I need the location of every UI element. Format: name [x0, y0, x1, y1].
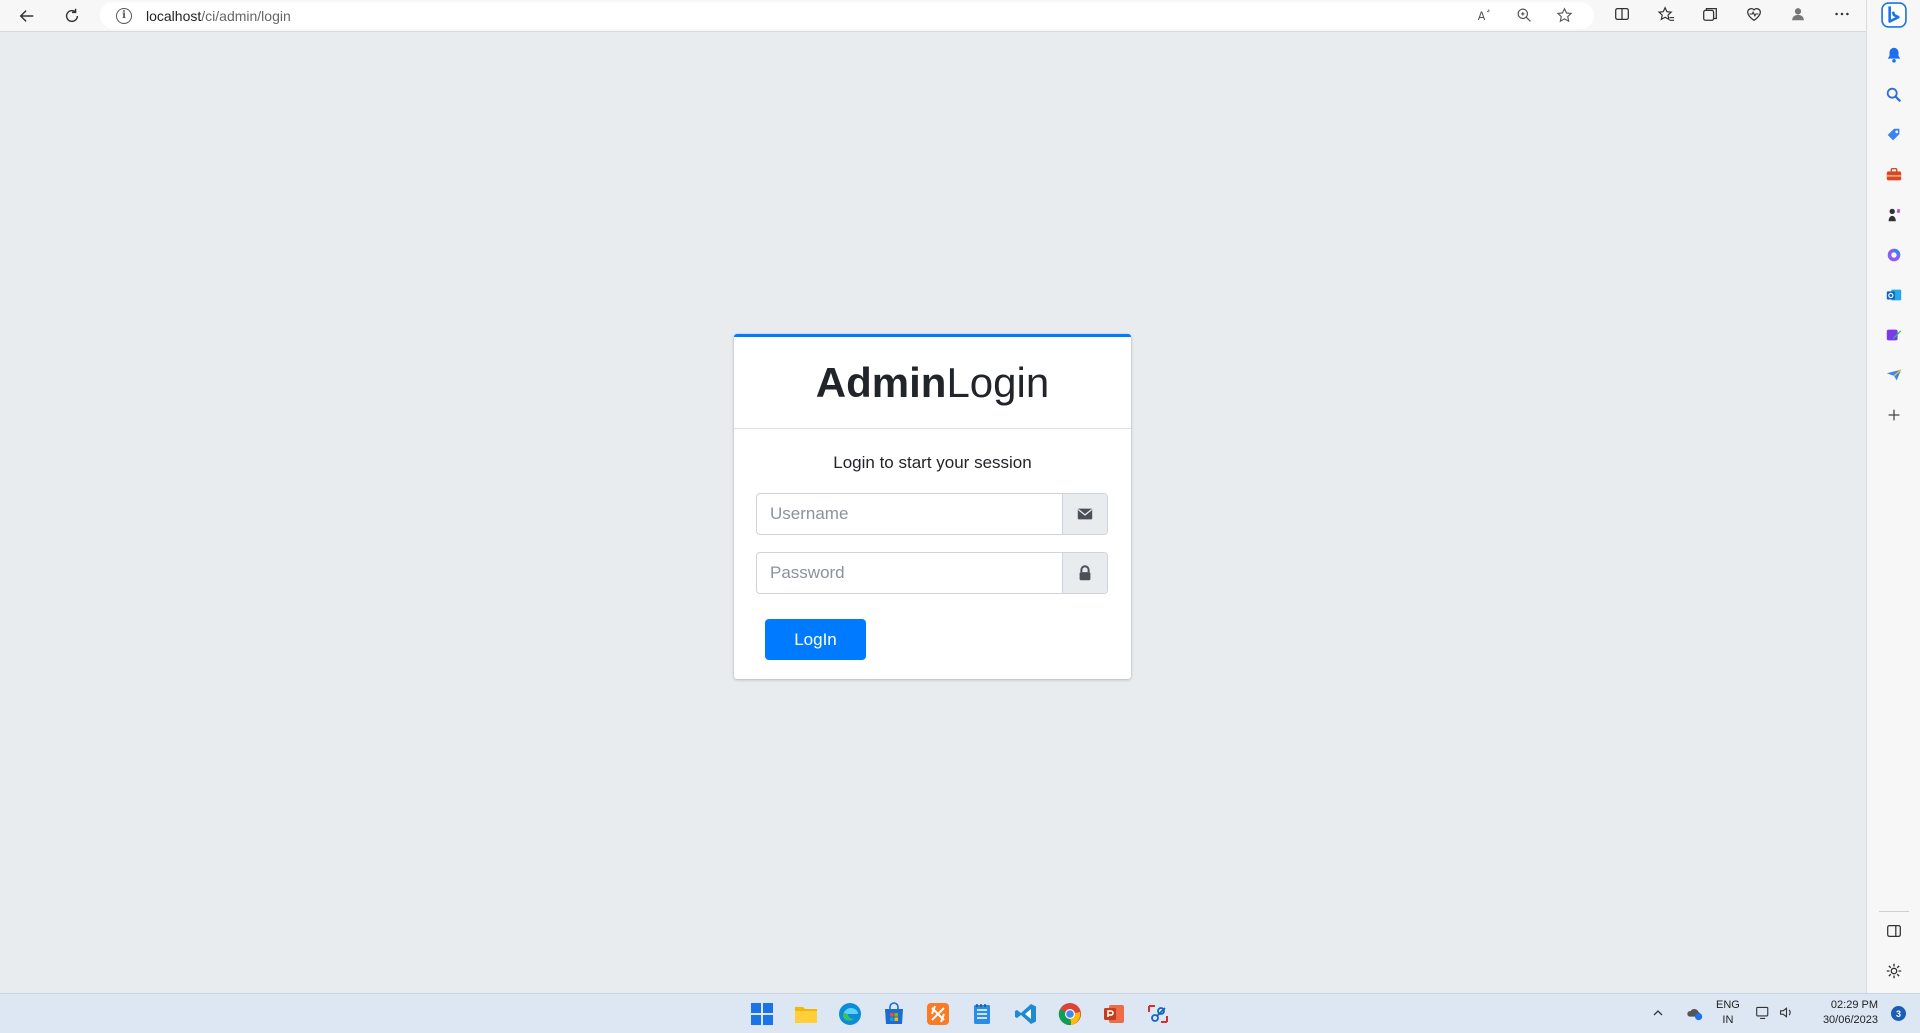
windows-taskbar: ENG IN 02:29 PM 30/06/2023 3 — [0, 993, 1920, 1033]
refresh-button[interactable] — [56, 2, 88, 30]
office-button[interactable] — [1867, 240, 1920, 270]
address-bar[interactable]: i localhost/ci/admin/login A — [100, 2, 1594, 29]
zoom-icon[interactable] — [1508, 4, 1540, 28]
drop-button[interactable] — [1867, 320, 1920, 350]
outlook-button[interactable] — [1867, 280, 1920, 310]
chevron-up-icon[interactable] — [1650, 1007, 1666, 1022]
powerpoint-icon[interactable] — [1102, 1002, 1126, 1026]
settings-button[interactable] — [1867, 956, 1920, 986]
envelope-icon — [1077, 508, 1093, 520]
notifications-button[interactable] — [1867, 40, 1920, 70]
lock-icon — [1079, 565, 1091, 581]
collections-icon — [1703, 7, 1717, 21]
password-input[interactable] — [757, 553, 1062, 593]
password-input-group — [756, 552, 1108, 594]
favorites-button[interactable] — [1644, 0, 1688, 28]
edge-icon[interactable] — [838, 1002, 862, 1026]
shopping-button[interactable] — [1867, 120, 1920, 150]
page-title[interactable]: AdminLogin — [816, 359, 1049, 407]
sidebar-toggle-icon — [1887, 924, 1901, 938]
profile-icon — [1792, 8, 1804, 21]
send-button[interactable] — [1867, 360, 1920, 390]
system-tray — [1650, 994, 1704, 1033]
browser-essentials-icon — [1747, 8, 1761, 22]
windows-start-icon[interactable] — [750, 1002, 774, 1026]
login-subtitle: Login to start your session — [833, 453, 1032, 472]
more-icon — [1835, 12, 1849, 16]
system-clock[interactable]: 02:29 PM 30/06/2023 — [1823, 998, 1878, 1028]
sidebar-divider — [1879, 911, 1909, 912]
browser-essentials-button[interactable] — [1732, 0, 1776, 28]
add-button[interactable] — [1867, 400, 1920, 430]
edge-sidebar — [1866, 0, 1920, 993]
games-button[interactable] — [1867, 200, 1920, 230]
tools-button[interactable] — [1867, 160, 1920, 190]
bell-icon — [1887, 47, 1901, 63]
more-button[interactable] — [1820, 0, 1864, 28]
volume-icon — [1778, 1004, 1795, 1024]
username-input-group — [756, 493, 1108, 535]
office-icon — [1887, 248, 1901, 262]
profile-button[interactable] — [1776, 0, 1820, 28]
favorite-star-icon[interactable] — [1548, 4, 1580, 28]
back-icon — [19, 9, 34, 22]
network-icon — [1755, 1004, 1772, 1024]
outlook-icon — [1886, 289, 1902, 301]
games-icon — [1888, 208, 1901, 222]
favorites-icon — [1657, 6, 1675, 21]
password-addon — [1062, 553, 1107, 593]
add-icon — [1888, 409, 1900, 421]
bing-icon — [1881, 2, 1907, 28]
chrome-icon[interactable] — [1058, 1002, 1082, 1026]
vscode-icon[interactable] — [1014, 1002, 1038, 1026]
xampp-icon[interactable] — [926, 1002, 950, 1026]
split-screen-icon — [1615, 7, 1629, 21]
store-icon[interactable] — [882, 1002, 906, 1026]
username-addon — [1062, 494, 1107, 534]
settings-icon — [1886, 963, 1902, 979]
browser-toolbar: i localhost/ci/admin/login A — [0, 0, 1866, 32]
send-icon — [1886, 369, 1902, 381]
sidebar-toggle-button[interactable] — [1867, 916, 1920, 946]
svg-text:A: A — [1477, 10, 1485, 23]
tools-icon — [1886, 168, 1902, 181]
url-text: localhost/ci/admin/login — [146, 7, 291, 24]
username-input[interactable] — [757, 494, 1062, 534]
login-button[interactable]: LogIn — [765, 619, 866, 660]
search-button[interactable] — [1867, 80, 1920, 110]
refresh-icon — [65, 8, 79, 22]
shopping-tag-icon — [1887, 128, 1900, 141]
collections-button[interactable] — [1688, 0, 1732, 28]
login-card-body: Login to start your session — [734, 429, 1131, 618]
login-card-header: AdminLogin — [734, 337, 1131, 429]
notification-badge[interactable]: 3 — [1891, 1006, 1906, 1021]
split-screen-button[interactable] — [1600, 0, 1644, 28]
language-indicator[interactable]: ENG IN — [1716, 998, 1740, 1028]
read-aloud-icon[interactable]: A — [1468, 4, 1500, 28]
file-explorer-icon[interactable] — [794, 1002, 818, 1026]
notepad-icon[interactable] — [970, 1002, 994, 1026]
info-icon[interactable]: i — [116, 7, 132, 24]
bing-button[interactable] — [1867, 0, 1920, 30]
login-card: AdminLogin Login to start your session L… — [734, 334, 1131, 679]
snipping-tool-icon[interactable] — [1146, 1002, 1170, 1026]
drop-icon — [1886, 329, 1902, 341]
quick-settings[interactable] — [1755, 994, 1795, 1033]
back-button[interactable] — [11, 2, 43, 30]
search-icon — [1886, 87, 1902, 103]
onedrive-icon[interactable] — [1686, 1004, 1704, 1025]
